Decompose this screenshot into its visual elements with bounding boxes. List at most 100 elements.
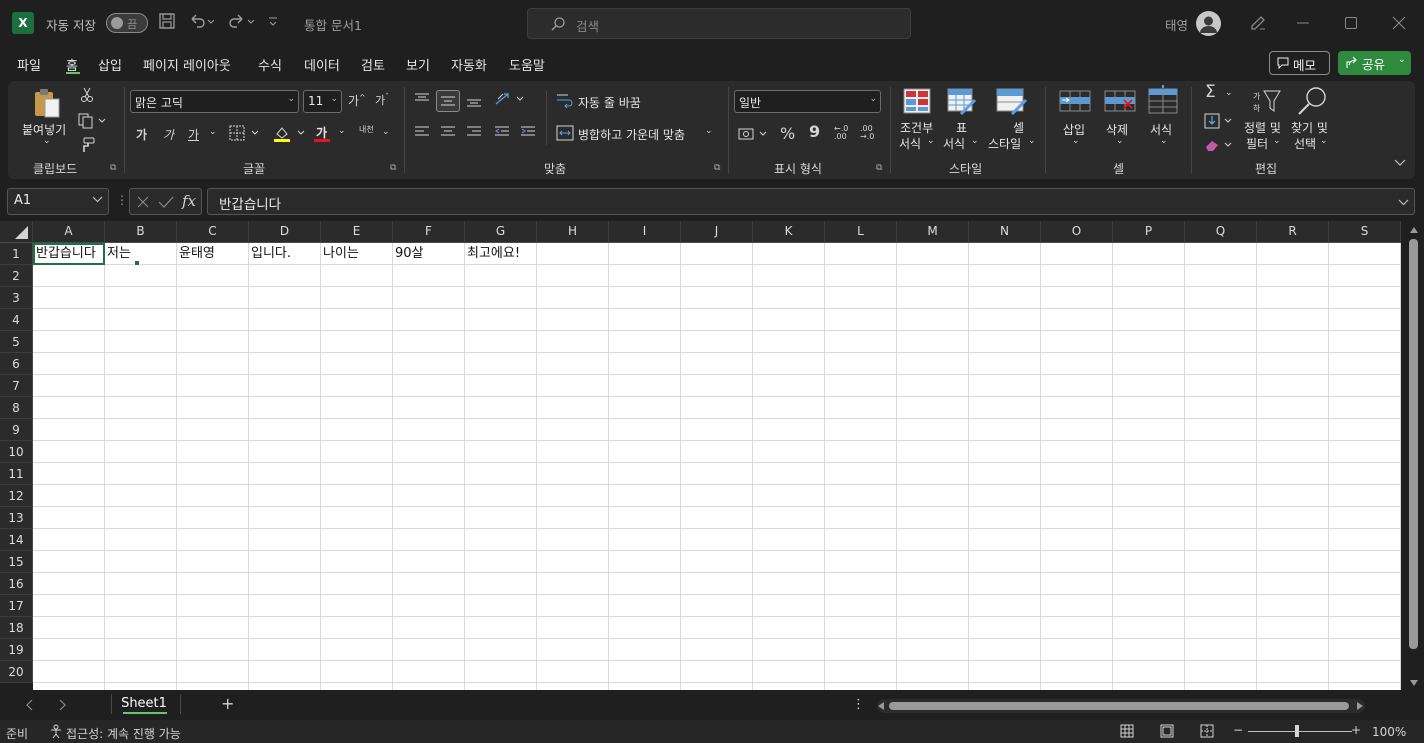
row-header-7[interactable]: 7: [0, 375, 33, 397]
zoom-slider-thumb[interactable]: [1295, 725, 1299, 737]
scroll-down-icon[interactable]: [1409, 679, 1419, 687]
vertical-scrollbar[interactable]: [1403, 221, 1424, 691]
borders-icon[interactable]: [229, 125, 259, 141]
decrease-font-size-icon[interactable]: 가ˇ: [375, 92, 389, 108]
cut-icon[interactable]: [80, 87, 94, 103]
tab-data[interactable]: 데이터: [304, 55, 340, 74]
cancel-icon[interactable]: [136, 195, 150, 209]
row-header-12[interactable]: 12: [0, 485, 33, 507]
merge-center-label[interactable]: 병합하고 가운데 맞춤: [578, 126, 685, 143]
paste-chevron-icon[interactable]: ⌄: [43, 136, 51, 146]
autosave-toggle[interactable]: 끔: [106, 13, 148, 33]
format-as-table-label-1[interactable]: 표: [956, 119, 967, 136]
column-header-i[interactable]: I: [609, 221, 681, 243]
clipboard-launcher-icon[interactable]: ⧉: [110, 163, 116, 173]
undo-icon[interactable]: [188, 12, 214, 30]
chevron-down-icon[interactable]: ⌄: [1116, 136, 1124, 146]
cell-styles-label-2[interactable]: 스타일: [988, 135, 1021, 152]
row-header-19[interactable]: 19: [0, 639, 33, 661]
accessibility-status[interactable]: 접근성: 계속 진행 가능: [66, 725, 181, 742]
cell-e1[interactable]: 나이는: [321, 243, 393, 265]
expand-formula-bar-icon[interactable]: [1398, 197, 1409, 207]
orientation-icon[interactable]: [494, 91, 526, 107]
bold-button[interactable]: 가: [136, 126, 147, 143]
row-header-17[interactable]: 17: [0, 595, 33, 617]
vertical-scroll-thumb[interactable]: [1409, 239, 1418, 649]
search-box[interactable]: 검색: [527, 8, 911, 39]
row-header-16[interactable]: 16: [0, 573, 33, 595]
normal-view-icon[interactable]: [1120, 724, 1134, 738]
share-button[interactable]: 공유 ⌄: [1338, 51, 1411, 75]
chevron-down-icon[interactable]: ⌄: [1225, 88, 1233, 98]
align-center-icon[interactable]: [440, 125, 456, 139]
font-size-select[interactable]: 11 ⌄: [303, 90, 342, 113]
comma-style-button[interactable]: 9: [809, 122, 820, 141]
autosum-icon[interactable]: Σ: [1205, 82, 1216, 102]
maximize-icon[interactable]: [1344, 16, 1358, 30]
column-header-r[interactable]: R: [1257, 221, 1329, 243]
insert-cells-icon[interactable]: [1059, 88, 1091, 114]
merge-center-icon[interactable]: [556, 125, 574, 141]
name-box[interactable]: A1: [7, 188, 109, 215]
column-header-a[interactable]: A: [33, 221, 105, 243]
ribbon-collapse-icon[interactable]: [1394, 157, 1406, 167]
chevron-down-icon[interactable]: ⌄: [971, 136, 979, 146]
row-header-2[interactable]: 2: [0, 265, 33, 287]
row-header-4[interactable]: 4: [0, 309, 33, 331]
column-header-c[interactable]: C: [177, 221, 249, 243]
page-layout-view-icon[interactable]: [1160, 724, 1174, 738]
paste-icon[interactable]: [32, 87, 62, 119]
conditional-formatting-label-2[interactable]: 서식: [899, 135, 921, 152]
sheet-options-icon[interactable]: ⋮: [852, 697, 865, 712]
find-select-label-2[interactable]: 선택: [1294, 135, 1316, 152]
alignment-launcher-icon[interactable]: ⧉: [714, 163, 720, 173]
column-header-s[interactable]: S: [1329, 221, 1401, 243]
tab-formulas[interactable]: 수식: [258, 55, 282, 74]
insert-function-button[interactable]: fx: [182, 192, 196, 210]
cell-c1[interactable]: 윤태영: [177, 243, 249, 265]
column-header-k[interactable]: K: [753, 221, 825, 243]
horizontal-scroll-thumb[interactable]: [889, 702, 1349, 710]
save-icon[interactable]: [158, 12, 176, 30]
chevron-down-icon[interactable]: ⌄: [1160, 136, 1168, 146]
close-icon[interactable]: [1392, 16, 1406, 30]
scroll-up-icon[interactable]: [1409, 226, 1419, 234]
column-header-l[interactable]: L: [825, 221, 897, 243]
horizontal-scrollbar[interactable]: [877, 699, 1365, 713]
chevron-down-icon[interactable]: ⌄: [927, 136, 935, 146]
chevron-down-icon[interactable]: ⌄: [1028, 136, 1036, 146]
zoom-out-button[interactable]: −: [1233, 723, 1243, 737]
page-break-view-icon[interactable]: [1200, 724, 1214, 738]
prev-sheet-icon[interactable]: [24, 699, 34, 711]
tab-review[interactable]: 검토: [361, 55, 385, 74]
user-name[interactable]: 태영: [1165, 15, 1188, 34]
row-header-5[interactable]: 5: [0, 331, 33, 353]
align-top-icon[interactable]: [414, 92, 430, 106]
zoom-in-button[interactable]: +: [1351, 723, 1361, 737]
column-header-q[interactable]: Q: [1185, 221, 1257, 243]
chevron-down-icon[interactable]: ⌄: [705, 126, 713, 136]
sort-filter-label-2[interactable]: 필터: [1246, 135, 1268, 152]
column-header-b[interactable]: B: [105, 221, 177, 243]
chevron-down-icon[interactable]: ⌄: [1273, 136, 1281, 146]
number-launcher-icon[interactable]: ⧉: [876, 163, 882, 173]
column-header-g[interactable]: G: [465, 221, 537, 243]
row-header-10[interactable]: 10: [0, 441, 33, 463]
row-header-9[interactable]: 9: [0, 419, 33, 441]
font-name-select[interactable]: 맑은 고딕 ⌄: [130, 90, 299, 113]
clear-icon[interactable]: [1204, 137, 1234, 153]
align-left-icon[interactable]: [414, 125, 430, 139]
row-header-11[interactable]: 11: [0, 463, 33, 485]
sort-filter-icon[interactable]: 가하: [1252, 87, 1282, 115]
wrap-text-label[interactable]: 자동 줄 바꿈: [578, 94, 641, 111]
chevron-down-icon[interactable]: ⌄: [209, 127, 217, 137]
scroll-right-icon[interactable]: [1357, 702, 1364, 710]
accounting-format-icon[interactable]: [738, 126, 768, 142]
tab-help[interactable]: 도움말: [509, 55, 545, 74]
next-sheet-icon[interactable]: [58, 699, 68, 711]
format-painter-icon[interactable]: [79, 137, 95, 153]
minimize-icon[interactable]: [1296, 16, 1310, 30]
row-header-8[interactable]: 8: [0, 397, 33, 419]
cell-styles-icon[interactable]: [996, 88, 1028, 116]
tab-page-layout[interactable]: 페이지 레이아웃: [143, 55, 231, 74]
